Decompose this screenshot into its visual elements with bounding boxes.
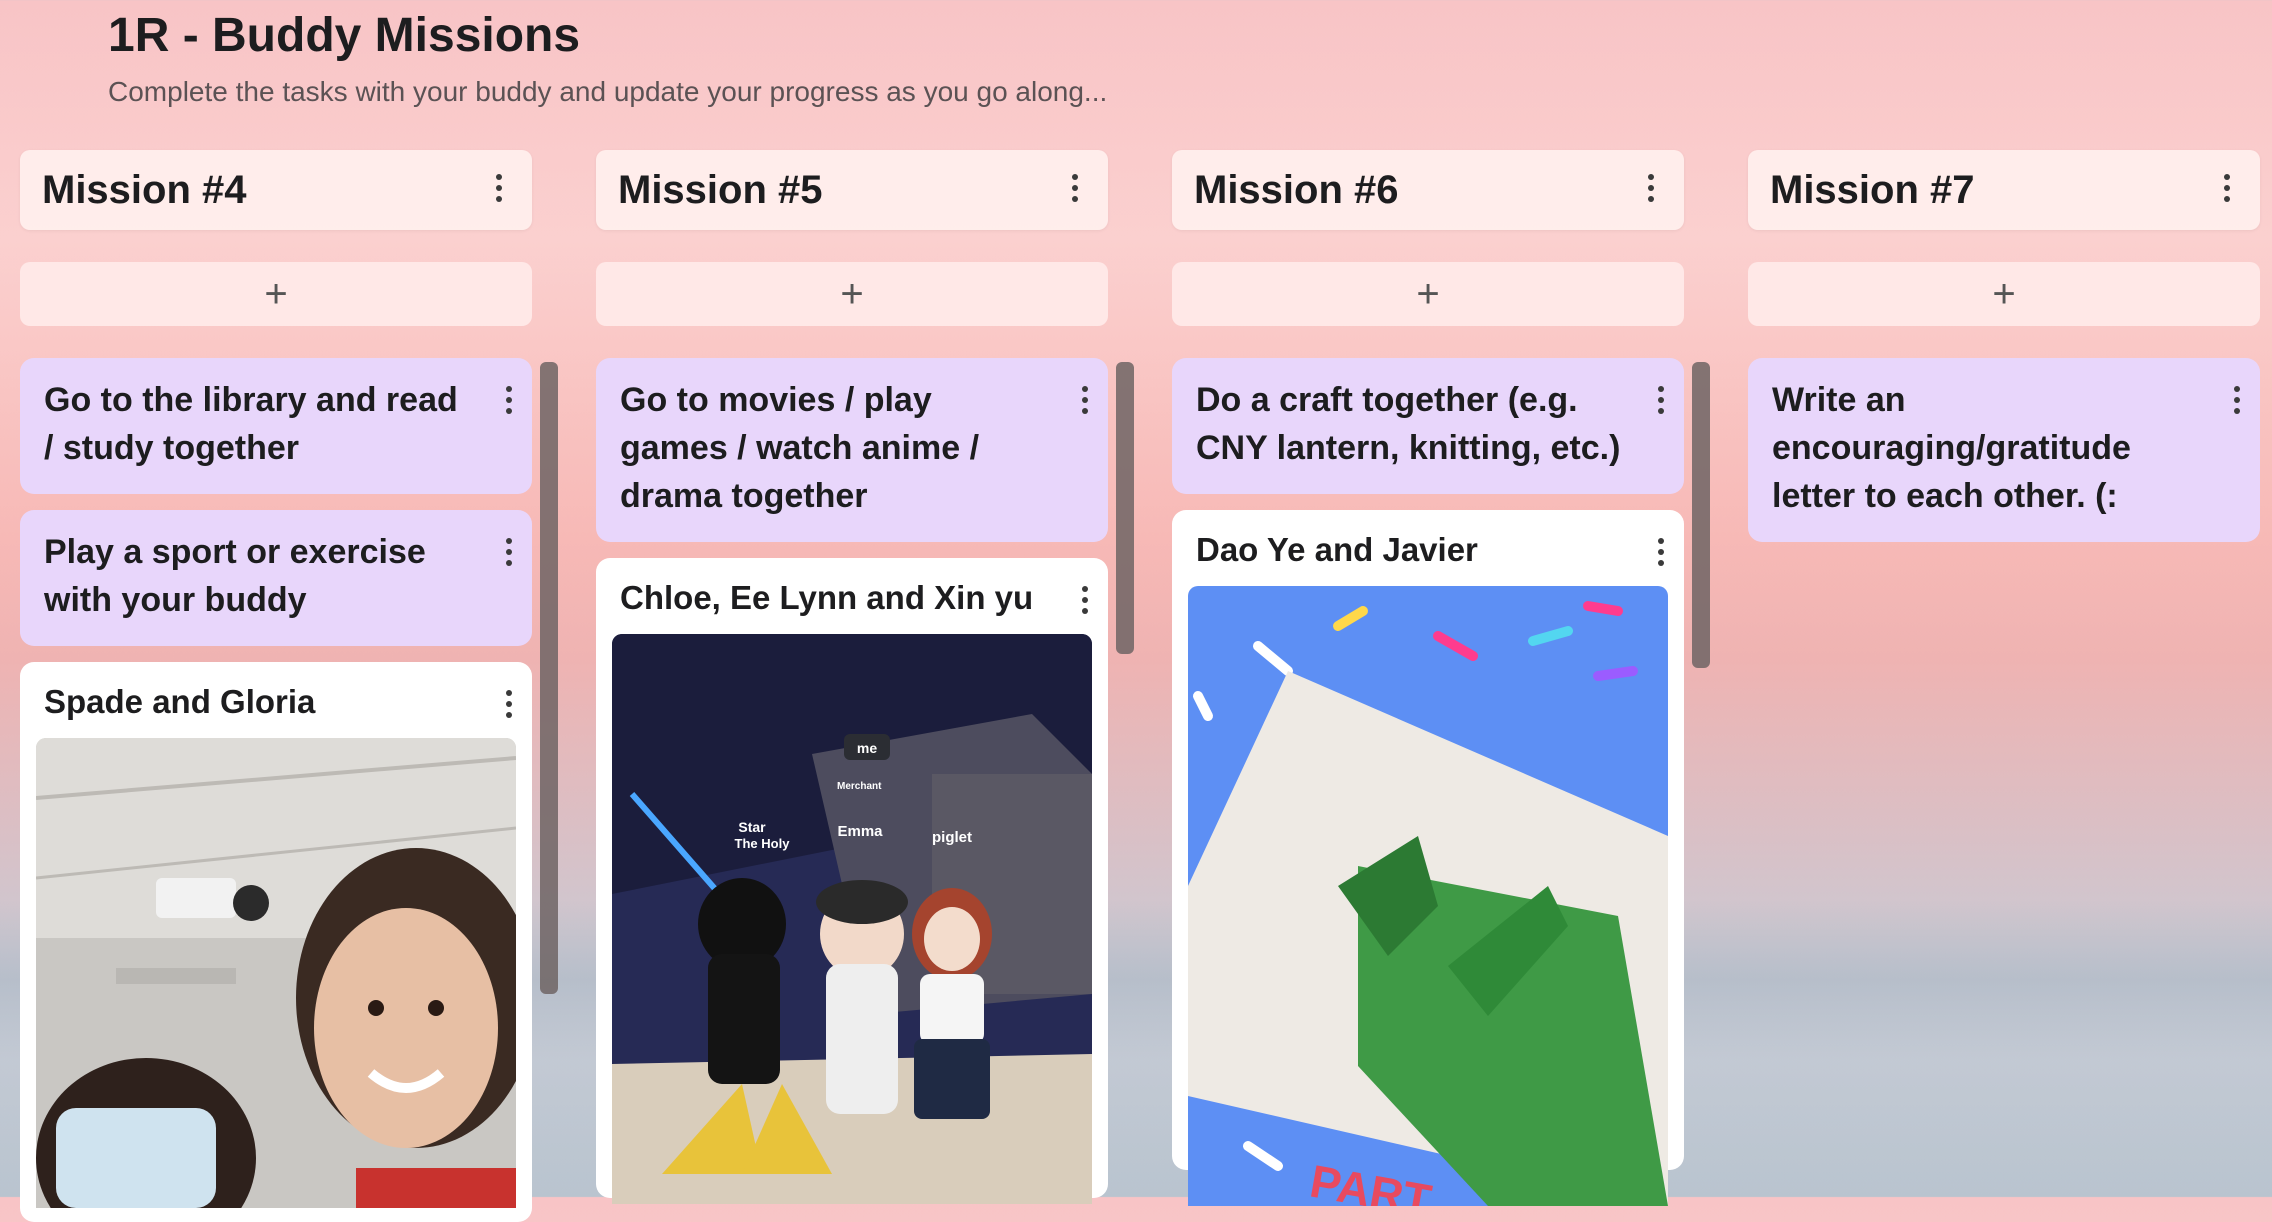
- post-text: Go to the library and read / study toget…: [44, 381, 458, 467]
- selfie-photo[interactable]: [36, 738, 516, 1221]
- post-card[interactable]: Dao Ye and Javier PART: [1172, 510, 1684, 1219]
- column-menu-icon[interactable]: [1648, 174, 1656, 202]
- game-label-player3: piglet: [932, 829, 972, 846]
- post-menu-icon[interactable]: [1082, 586, 1090, 614]
- game-label-player1-title: The Holy: [735, 836, 791, 851]
- post-menu-icon[interactable]: [1658, 538, 1666, 566]
- post-text: Dao Ye and Javier: [1196, 531, 1478, 568]
- post-menu-icon[interactable]: [1082, 386, 1090, 414]
- add-post-button[interactable]: +: [596, 262, 1108, 326]
- post-card[interactable]: Go to movies / play games / watch anime …: [596, 358, 1108, 542]
- post-text: Play a sport or exercise with your buddy: [44, 533, 426, 619]
- column-scrollbar[interactable]: [1116, 362, 1134, 654]
- post-text: Write an encouraging/gratitude letter to…: [1772, 381, 2131, 515]
- post-card[interactable]: Chloe, Ee Lynn and Xin yu me Merchant St…: [596, 558, 1108, 1204]
- column-header[interactable]: Mission #5: [596, 150, 1108, 230]
- column-header[interactable]: Mission #6: [1172, 150, 1684, 230]
- post-text: Do a craft together (e.g. CNY lantern, k…: [1196, 381, 1621, 467]
- column-mission-7: Mission #7 + Write an encouraging/gratit…: [1748, 150, 2260, 542]
- add-post-button[interactable]: +: [20, 262, 532, 326]
- column-title: Mission #6: [1194, 167, 1399, 212]
- column-header[interactable]: Mission #4: [20, 150, 532, 230]
- column-menu-icon[interactable]: [1072, 174, 1080, 202]
- column-menu-icon[interactable]: [2224, 174, 2232, 202]
- post-card[interactable]: Go to the library and read / study toget…: [20, 358, 532, 494]
- origami-cranes-photo[interactable]: PART: [1188, 586, 1668, 1219]
- board-subtitle: Complete the tasks with your buddy and u…: [108, 76, 1108, 107]
- post-menu-icon[interactable]: [506, 386, 514, 414]
- column-header[interactable]: Mission #7: [1748, 150, 2260, 230]
- post-card[interactable]: Spade and Gloria: [20, 662, 532, 1222]
- game-label-me: me: [857, 740, 877, 756]
- column-title: Mission #7: [1770, 167, 1975, 212]
- board-header: 1R - Buddy Missions Complete the tasks w…: [108, 8, 1107, 108]
- add-post-button[interactable]: +: [1748, 262, 2260, 326]
- post-text: Go to movies / play games / watch anime …: [620, 381, 980, 515]
- post-text: Chloe, Ee Lynn and Xin yu: [620, 579, 1034, 616]
- column-title: Mission #5: [618, 167, 823, 212]
- post-menu-icon[interactable]: [1658, 386, 1666, 414]
- column-scrollbar[interactable]: [540, 362, 558, 994]
- post-menu-icon[interactable]: [2234, 386, 2242, 414]
- game-label-player2: Emma: [837, 823, 883, 840]
- board-title: 1R - Buddy Missions: [108, 9, 581, 62]
- post-menu-icon[interactable]: [506, 538, 514, 566]
- post-menu-icon[interactable]: [506, 690, 514, 718]
- add-post-button[interactable]: +: [1172, 262, 1684, 326]
- game-screenshot[interactable]: me Merchant Star The Holy Emma piglet: [612, 634, 1092, 1217]
- column-mission-6: Mission #6 + Do a craft together (e.g. C…: [1172, 150, 1684, 1219]
- column-mission-5: Mission #5 + Go to movies / play games /…: [596, 150, 1108, 1204]
- game-label-player1: Star: [738, 819, 766, 835]
- post-card[interactable]: Write an encouraging/gratitude letter to…: [1748, 358, 2260, 542]
- post-text: Spade and Gloria: [44, 683, 316, 720]
- post-card[interactable]: Do a craft together (e.g. CNY lantern, k…: [1172, 358, 1684, 494]
- column-mission-4: Mission #4 + Go to the library and read …: [20, 150, 532, 1222]
- game-label-merchant: Merchant: [837, 781, 882, 792]
- column-scrollbar[interactable]: [1692, 362, 1710, 668]
- post-card[interactable]: Play a sport or exercise with your buddy: [20, 510, 532, 646]
- column-title: Mission #4: [42, 167, 247, 212]
- column-menu-icon[interactable]: [496, 174, 504, 202]
